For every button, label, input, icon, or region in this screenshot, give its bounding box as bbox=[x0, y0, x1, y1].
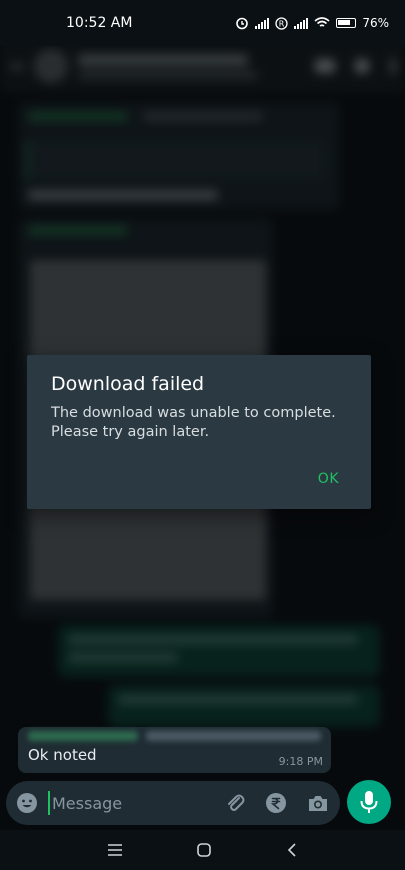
wifi-icon bbox=[314, 17, 330, 27]
message-text: Ok noted bbox=[28, 746, 97, 764]
signal-icon-2 bbox=[294, 17, 309, 29]
attach-icon[interactable] bbox=[224, 792, 246, 814]
sender-phone bbox=[146, 731, 321, 741]
back-icon[interactable] bbox=[286, 842, 298, 858]
mic-icon bbox=[360, 791, 378, 813]
dialog-title: Download failed bbox=[51, 373, 205, 395]
dialog-message: The download was unable to complete. Ple… bbox=[51, 405, 336, 440]
rupee-icon[interactable] bbox=[265, 792, 287, 814]
battery-percent: 76% bbox=[362, 16, 389, 30]
status-icons: R 76% bbox=[235, 16, 389, 30]
battery-icon bbox=[336, 18, 357, 28]
mic-button[interactable] bbox=[347, 780, 391, 824]
menu-icon[interactable] bbox=[107, 843, 123, 857]
roaming-icon: R bbox=[275, 16, 288, 30]
sender-name bbox=[28, 731, 138, 741]
status-time: 10:52 AM bbox=[66, 15, 133, 31]
alarm-icon bbox=[236, 17, 249, 30]
svg-text:R: R bbox=[279, 19, 285, 28]
message-time: 9:18 PM bbox=[278, 755, 323, 768]
emoji-icon[interactable] bbox=[16, 792, 38, 814]
message-composer bbox=[6, 781, 340, 825]
download-failed-dialog: Download failed The download was unable … bbox=[27, 355, 371, 509]
incoming-message[interactable]: Ok noted 9:18 PM bbox=[18, 727, 331, 773]
camera-icon[interactable] bbox=[306, 792, 330, 814]
message-input[interactable] bbox=[48, 791, 208, 815]
ok-button[interactable]: OK bbox=[318, 471, 339, 487]
system-nav-bar bbox=[0, 830, 405, 870]
signal-icon bbox=[255, 17, 270, 29]
status-bar: 10:52 AM R 76% bbox=[0, 0, 405, 46]
home-icon[interactable] bbox=[196, 842, 212, 858]
